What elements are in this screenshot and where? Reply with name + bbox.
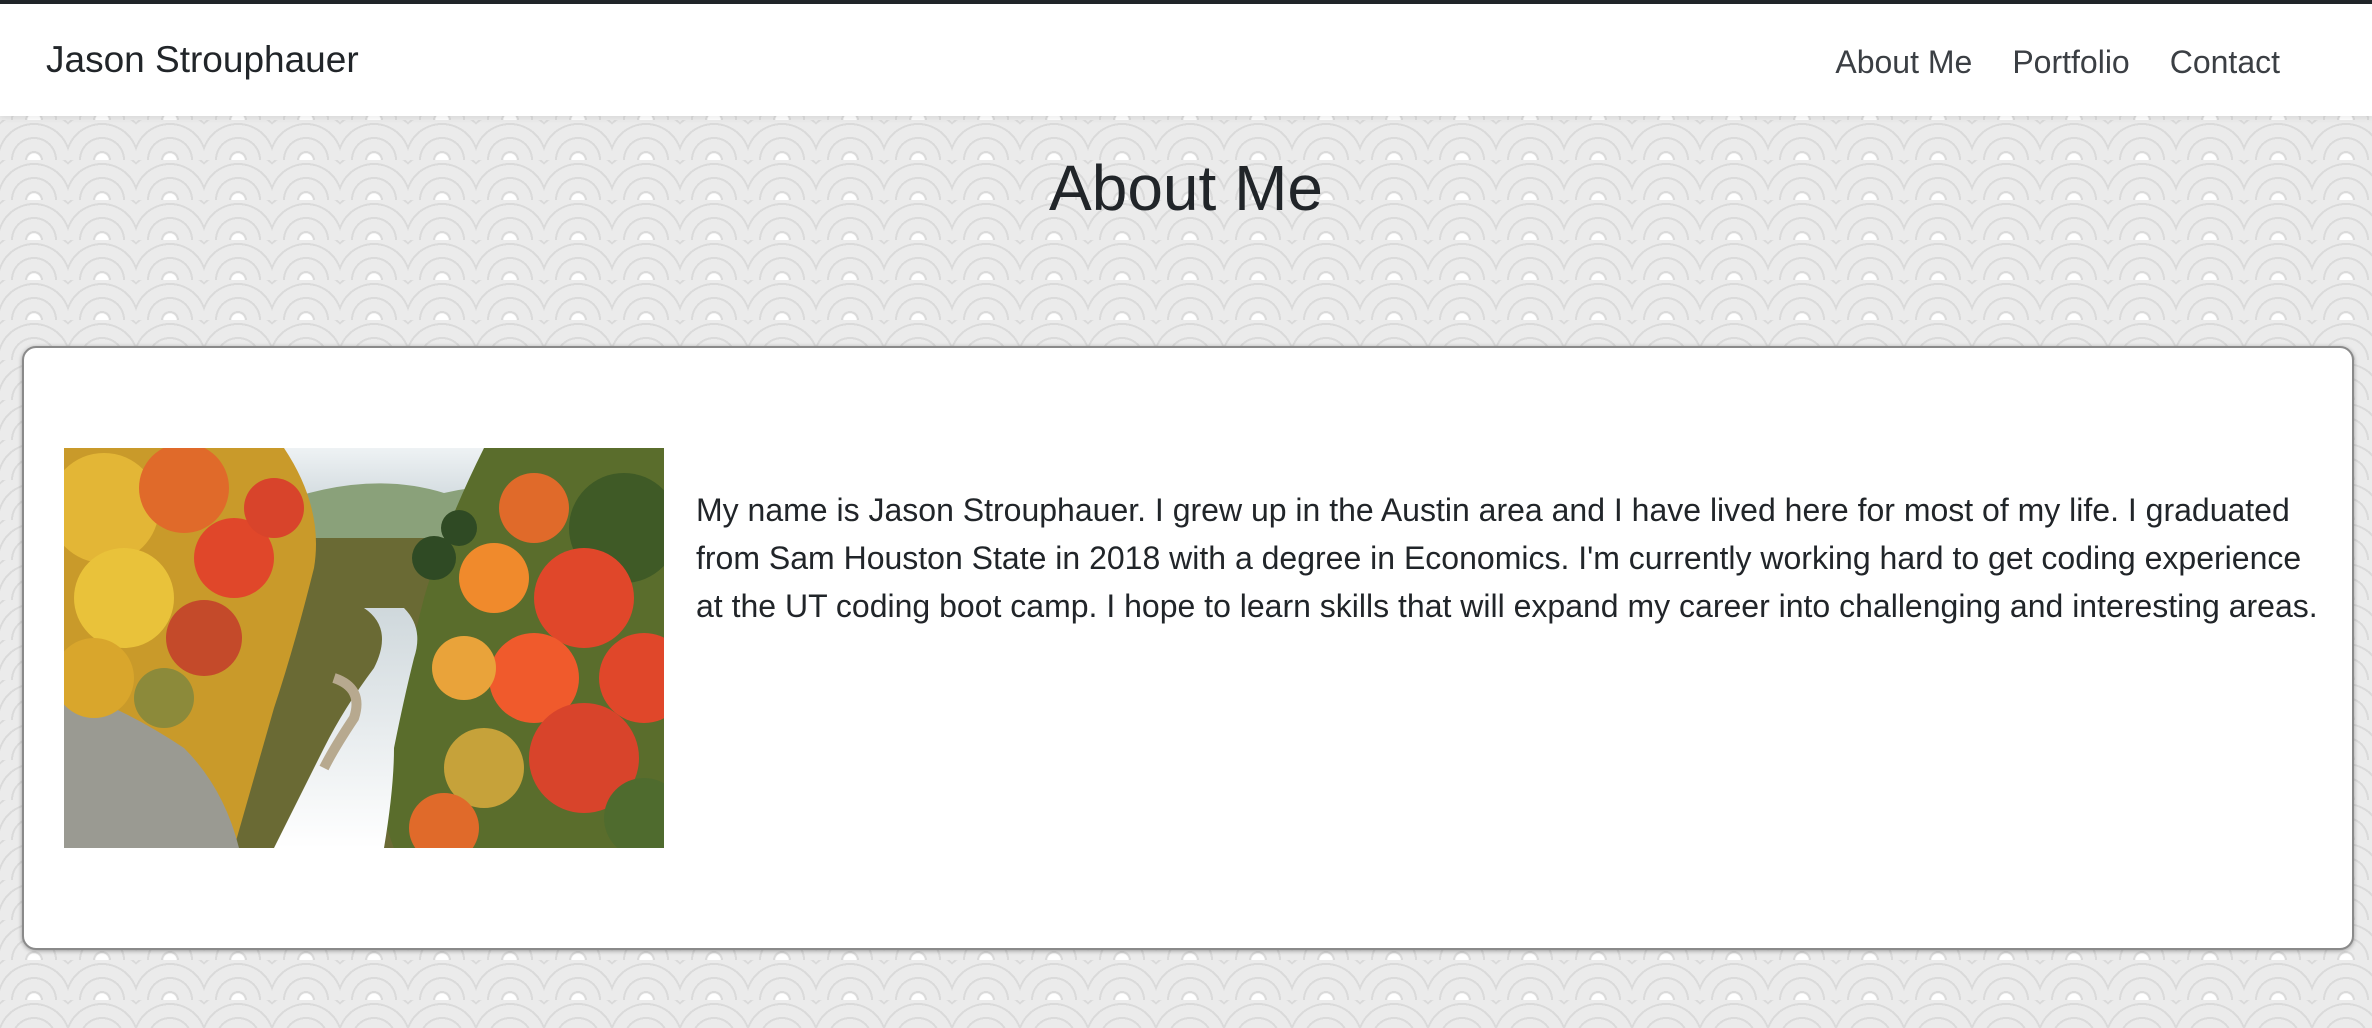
autumn-river-photo <box>64 448 664 848</box>
profile-photo <box>64 448 664 848</box>
nav-link-about-me[interactable]: About Me <box>1835 40 1972 84</box>
navbar: Jason Strouphauer About Me Portfolio Con… <box>0 4 2372 116</box>
bio-text: My name is Jason Strouphauer. I grew up … <box>696 492 2318 624</box>
nav-links: About Me Portfolio Contact <box>1835 40 2280 84</box>
page-title: About Me <box>1049 152 1323 224</box>
nav-link-contact[interactable]: Contact <box>2170 40 2280 84</box>
brand-link[interactable]: Jason Strouphauer <box>46 36 359 84</box>
nav-link-portfolio[interactable]: Portfolio <box>2012 40 2129 84</box>
about-card: My name is Jason Strouphauer. I grew up … <box>22 346 2354 950</box>
